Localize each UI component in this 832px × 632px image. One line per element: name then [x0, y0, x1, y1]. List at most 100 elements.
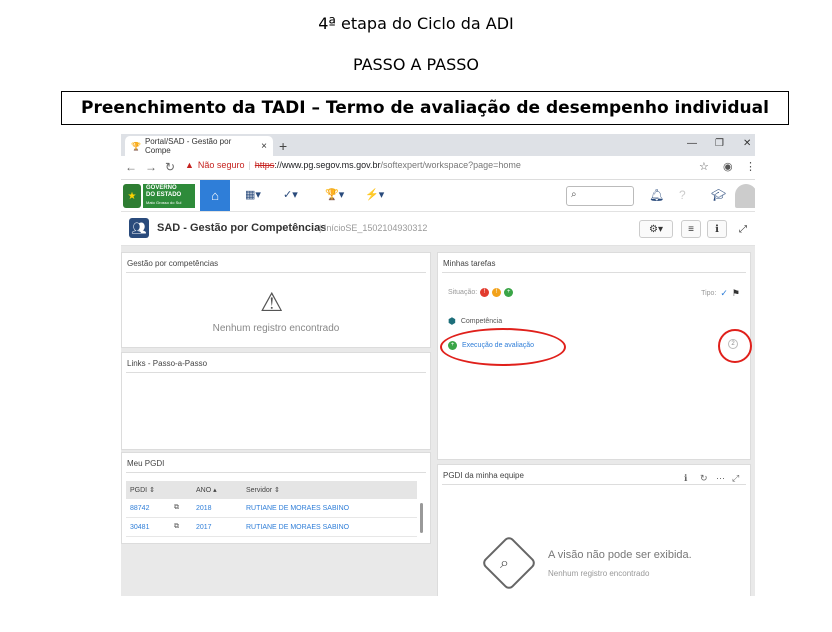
expand-icon: ⤢ — [739, 223, 747, 235]
info-icon: ℹ — [715, 223, 719, 235]
pgdi-cell[interactable]: 30481 — [126, 517, 170, 537]
expand-icon[interactable]: ⤢ — [732, 473, 739, 484]
check-icon[interactable]: ✓ — [720, 288, 728, 299]
address-bar: ← → ↻ ▲ Não seguro | https://www.pg.sego… — [121, 156, 755, 180]
pgdi-cell[interactable]: 88742 — [126, 499, 170, 518]
hexagon-icon: ⬢ — [448, 316, 456, 326]
expand-button[interactable]: ⤢ — [733, 220, 753, 238]
seal-icon: ★ — [123, 184, 141, 208]
flag-icon[interactable]: ⚑ — [732, 288, 740, 299]
filter-button[interactable]: ≡ — [681, 220, 701, 238]
column-header-pgdi[interactable]: PGDI ⇕ — [126, 481, 170, 499]
status-warning-icon[interactable]: ! — [492, 288, 502, 297]
tipo-label: Tipo: — [701, 290, 717, 297]
situacao-filter: Situação: ! ! + — [448, 288, 514, 297]
column-header-open — [170, 481, 192, 499]
no-view-message: A visão não pode ser exibida. — [548, 549, 692, 561]
page-title: SAD - Gestão por Competências — [157, 222, 327, 234]
info-button[interactable]: ℹ — [707, 220, 727, 238]
task-label: Competência — [460, 318, 503, 325]
more-icon[interactable]: ⋯ — [716, 473, 725, 484]
url-host: ://www.pg.segov.ms.gov.br — [274, 160, 381, 170]
tab-title: Portal/SAD - Gestão por Compe — [144, 137, 232, 155]
scrollbar[interactable] — [420, 503, 423, 533]
new-tab-button[interactable]: + — [279, 138, 287, 154]
tasks-menu-icon[interactable]: ✓▾ — [283, 188, 298, 201]
back-icon[interactable]: ← — [125, 160, 137, 174]
url-path: /softexpert/workspace?page=home — [380, 160, 521, 170]
tarefas-panel-title: Minhas tarefas — [442, 253, 746, 273]
open-external-icon[interactable]: ⧉ — [170, 517, 192, 537]
ano-cell[interactable]: 2017 — [192, 517, 242, 537]
search-input[interactable]: ⌕ — [566, 186, 634, 206]
maximize-icon[interactable]: ❐ — [715, 138, 724, 149]
warning-icon: ▲ — [185, 160, 194, 170]
no-view-sub: Nenhum registro encontrado — [548, 569, 650, 578]
meu-pgdi-panel: Meu PGDI PGDI ⇕ ANO ▴ Servidor ⇕ 88742 ⧉… — [121, 452, 431, 544]
page-subtitle: | InícioSE_1502104930312 — [319, 223, 428, 233]
security-label: Não seguro — [197, 160, 245, 170]
gov-logo-line3: Mato Grosso do Sul — [146, 200, 182, 205]
reload-icon[interactable]: ↻ — [165, 160, 175, 174]
menu-dots-icon[interactable]: ⋮ — [745, 160, 755, 173]
table-row[interactable]: 88742 ⧉ 2018 RUTIANE DE MORAES SABINO — [126, 499, 417, 518]
filter-icon: ≡ — [688, 223, 694, 235]
magnifier-frame-icon — [480, 534, 538, 592]
trophy-icon: 🏆 — [131, 141, 141, 151]
info-icon[interactable]: ℹ — [684, 473, 687, 484]
magnifier-icon: ⌕ — [500, 555, 509, 572]
search-icon: ⌕ — [571, 189, 577, 200]
document-title: 4ª etapa do Ciclo da ADI — [318, 14, 514, 33]
gestao-panel: Gestão por competências ⚠ Nenhum registr… — [121, 252, 431, 348]
column-header-servidor[interactable]: Servidor ⇕ — [242, 481, 417, 499]
meu-pgdi-title: Meu PGDI — [126, 453, 426, 473]
gear-icon: ⚙▾ — [649, 223, 663, 235]
gov-logo-line1: GOVERNO — [146, 185, 177, 191]
help-icon[interactable]: ? — [679, 188, 686, 202]
trophy-menu-icon[interactable]: 🏆▾ — [325, 188, 344, 201]
flash-menu-icon[interactable]: ⚡▾ — [365, 188, 384, 201]
status-ok-icon[interactable]: + — [504, 288, 514, 297]
open-external-icon[interactable]: ⧉ — [170, 499, 192, 518]
close-window-icon[interactable]: ✕ — [743, 138, 751, 149]
app-navbar: ★ GOVERNO DO ESTADO Mato Grosso do Sul ⌂… — [121, 180, 755, 212]
avatar[interactable] — [735, 184, 755, 208]
boxed-heading: Preenchimento da TADI – Termo de avaliaç… — [61, 91, 789, 125]
situacao-label: Situação: — [448, 289, 478, 296]
refresh-icon[interactable]: ↻ — [700, 473, 708, 484]
column-header-ano[interactable]: ANO ▴ — [192, 481, 242, 499]
tarefas-panel: Minhas tarefas Situação: ! ! + Tipo: ✓ ⚑… — [437, 252, 752, 460]
close-tab-icon[interactable]: × — [261, 141, 267, 152]
ano-cell[interactable]: 2018 — [192, 499, 242, 518]
url-divider: | — [248, 160, 251, 170]
servidor-cell[interactable]: RUTIANE DE MORAES SABINO — [242, 517, 417, 537]
forward-icon[interactable]: → — [145, 160, 157, 174]
bell-icon[interactable]: 🔔︎ — [649, 188, 664, 202]
star-icon[interactable]: ☆ — [699, 160, 709, 173]
url-field[interactable]: ▲ Não seguro | https://www.pg.segov.ms.g… — [185, 160, 521, 170]
equipe-panel: PGDI da minha equipe ℹ ↻ ⋯ ⤢ ⌕ A visão n… — [437, 464, 751, 596]
home-button[interactable]: ⌂ — [200, 180, 230, 211]
tab-bar: 🏆 Portal/SAD - Gestão por Compe × + — ❐ … — [121, 134, 755, 156]
table-row[interactable]: 30481 ⧉ 2017 RUTIANE DE MORAES SABINO — [126, 517, 417, 537]
title-bar: 👥︎ SAD - Gestão por Competências | Iníci… — [121, 212, 755, 246]
settings-button[interactable]: ⚙▾ — [639, 220, 673, 238]
apps-menu-icon[interactable]: ▦▾ — [245, 188, 261, 201]
minimize-icon[interactable]: — — [687, 138, 697, 149]
gov-logo-line2: DO ESTADO — [146, 192, 182, 198]
home-icon: ⌂ — [211, 188, 219, 203]
servidor-cell[interactable]: RUTIANE DE MORAES SABINO — [242, 499, 417, 518]
browser-screenshot: 🏆 Portal/SAD - Gestão por Compe × + — ❐ … — [121, 134, 755, 596]
highlight-ellipse — [440, 328, 566, 366]
pgdi-table: PGDI ⇕ ANO ▴ Servidor ⇕ 88742 ⧉ 2018 RUT… — [126, 481, 417, 537]
account-icon[interactable]: ◉ — [723, 160, 733, 173]
task-competencia[interactable]: ⬢ Competência — [448, 316, 502, 327]
people-icon: 👥︎ — [129, 218, 149, 238]
gov-logo[interactable]: ★ GOVERNO DO ESTADO Mato Grosso do Sul — [123, 183, 197, 209]
url-scheme: https — [254, 160, 275, 170]
graduation-cap-icon[interactable]: 🎓︎ — [711, 188, 726, 202]
status-late-icon[interactable]: ! — [480, 288, 490, 297]
document-subtitle: PASSO A PASSO — [352, 55, 480, 74]
browser-tab[interactable]: 🏆 Portal/SAD - Gestão por Compe × — [125, 136, 273, 156]
gestao-panel-title: Gestão por competências — [126, 253, 426, 273]
